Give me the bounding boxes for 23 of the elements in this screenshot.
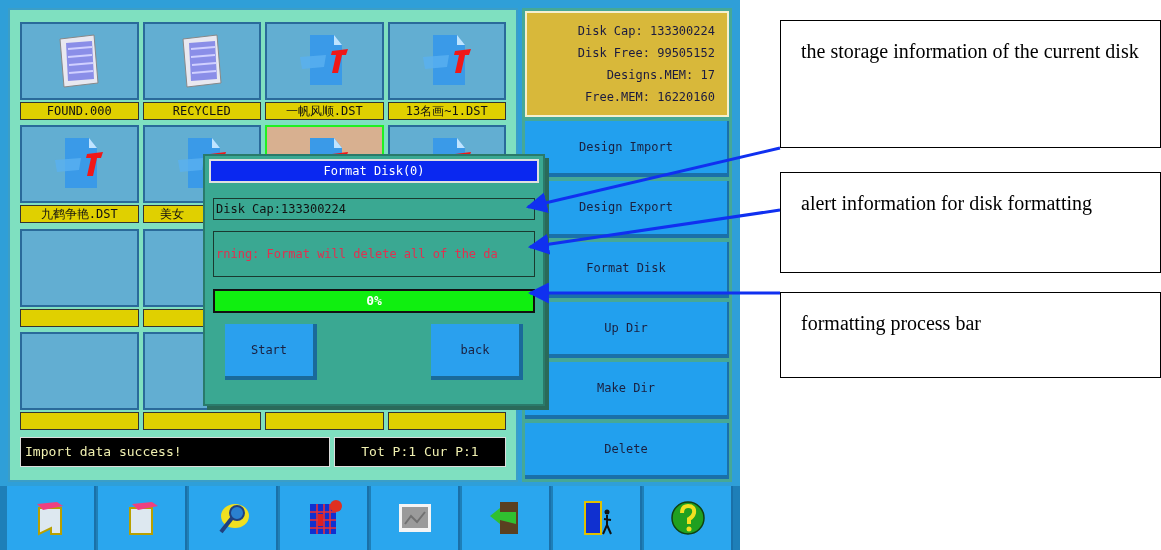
file-name-label: 13名画~1.DST [387,102,506,120]
side-button[interactable]: Make Dir [525,362,729,419]
dialog-title: Format Disk(0) [209,159,539,183]
progress-text: 0% [366,292,382,311]
info-line: Free.MEM: 16220160 [584,89,715,106]
file-name-label: FOUND.000 [20,102,139,120]
info-line: Designs.MEM: 17 [606,67,715,84]
page-counter: Tot P:1 Cur P:1 [334,437,506,467]
side-button[interactable]: Delete [525,422,729,479]
warning-message: rning: Format will delete all of the da [213,231,535,277]
file-name-label: RECYCLED [142,102,261,120]
side-button[interactable]: Design Import [525,121,729,178]
callout-text: alert information for disk formatting [780,172,1161,273]
file-name-label: 九鹤争艳.DST [20,205,139,224]
dialog-button[interactable]: Start [225,324,317,380]
callout-text: formatting process bar [780,292,1161,378]
callout-text: the storage information of the current disk [780,20,1161,148]
file-name-label: 一帆风顺.DST [265,102,384,120]
status-message: Import data success! [20,437,330,467]
info-line: Disk Cap: 133300224 [577,23,715,40]
disk-capacity-field: Disk Cap:133300224 [213,198,535,220]
info-line: Disk Free: 99505152 [577,45,715,62]
dialog-button[interactable]: back [431,324,523,380]
